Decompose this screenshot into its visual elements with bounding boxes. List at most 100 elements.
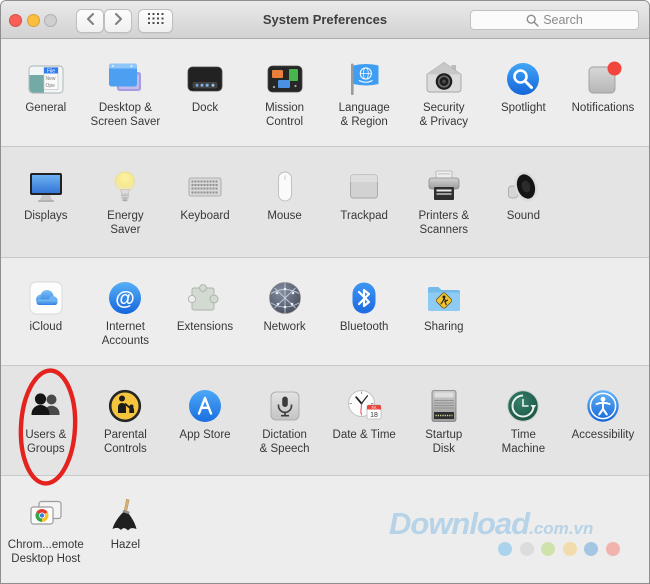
show-all-button[interactable]	[138, 9, 173, 33]
security-privacy-icon	[424, 59, 464, 99]
svg-text:18: 18	[370, 412, 378, 419]
pref-item-label: Notifications	[571, 102, 635, 114]
pref-item-dock[interactable]: Dock	[165, 59, 245, 116]
pref-item-network[interactable]: Network	[245, 278, 325, 335]
pref-item-time-machine[interactable]: Time Machine	[484, 386, 564, 456]
pref-item-accessibility[interactable]: Accessibility	[563, 386, 643, 443]
pref-item-label: Users & Groups	[25, 429, 67, 455]
pref-item-label: Time Machine	[501, 429, 546, 455]
pref-item-label: Parental Controls	[103, 429, 147, 455]
pref-item-app-store[interactable]: App Store	[165, 386, 245, 443]
pref-item-trackpad[interactable]: Trackpad	[324, 167, 404, 224]
pref-item-bluetooth[interactable]: Bluetooth	[324, 278, 404, 335]
pref-item-general[interactable]: File New Ope General	[6, 59, 86, 116]
pref-item-label: Sharing	[423, 321, 464, 333]
pref-item-dictation-speech[interactable]: Dictation & Speech	[245, 386, 325, 456]
forward-button[interactable]	[104, 9, 132, 33]
extensions-icon	[185, 278, 225, 318]
pref-item-label: Security & Privacy	[419, 102, 469, 128]
pref-item-users-groups[interactable]: Users & Groups	[6, 386, 86, 456]
general-icon: File New Ope	[26, 59, 66, 99]
pref-item-sharing[interactable]: Sharing	[404, 278, 484, 335]
pref-row-1: File New Ope General Desktop & Screen Saver Do…	[1, 39, 649, 146]
pref-item-language-region[interactable]: Language & Region	[324, 59, 404, 129]
pref-item-sound[interactable]: Sound	[484, 167, 564, 224]
back-button[interactable]	[76, 9, 104, 33]
sound-icon	[503, 167, 543, 207]
close-button[interactable]	[9, 14, 22, 27]
pref-row-3: iCloud @ Internet Accounts Extensions Network…	[1, 257, 649, 365]
users-groups-icon	[26, 386, 66, 426]
pref-item-spotlight[interactable]: Spotlight	[484, 59, 564, 116]
pref-item-icloud[interactable]: iCloud	[6, 278, 86, 335]
pref-item-label: App Store	[179, 429, 231, 441]
svg-text:File: File	[47, 68, 55, 74]
pref-item-hazel[interactable]: Hazel	[86, 496, 166, 553]
pref-item-label: Hazel	[110, 539, 141, 551]
pref-item-label: Bluetooth	[339, 321, 389, 333]
watermark-dot	[562, 542, 577, 556]
spotlight-icon	[503, 59, 543, 99]
watermark-dots	[498, 542, 620, 556]
title-bar: System Preferences Search	[1, 1, 649, 39]
energy-saver-icon	[105, 167, 145, 207]
search-input[interactable]: Search	[470, 10, 639, 30]
svg-text:JUL: JUL	[371, 406, 377, 410]
watermark-dot	[519, 542, 534, 556]
pref-item-label: General	[25, 102, 67, 114]
watermark-suffix: .com.vn	[529, 519, 594, 538]
pref-item-startup-disk[interactable]: Startup Disk	[404, 386, 484, 456]
desktop-screensaver-icon	[105, 59, 145, 99]
pref-item-label: Displays	[24, 210, 68, 222]
pref-item-energy-saver[interactable]: Energy Saver	[86, 167, 166, 237]
pref-item-desktop-screensaver[interactable]: Desktop & Screen Saver	[86, 59, 166, 129]
mouse-icon	[265, 167, 305, 207]
pref-item-label: Date & Time	[332, 429, 396, 441]
bluetooth-icon	[344, 278, 384, 318]
app-store-icon	[185, 386, 225, 426]
pref-item-security-privacy[interactable]: Security & Privacy	[404, 59, 484, 129]
pref-item-displays[interactable]: Displays	[6, 167, 86, 224]
icloud-icon	[26, 278, 66, 318]
pref-item-chrome-remote[interactable]: Chrom...emote Desktop Host	[6, 496, 86, 566]
pref-item-keyboard[interactable]: Keyboard	[165, 167, 245, 224]
printers-scanners-icon	[424, 167, 464, 207]
sharing-icon	[424, 278, 464, 318]
pref-item-label: Language & Region	[338, 102, 390, 128]
minimize-button[interactable]	[27, 14, 40, 27]
pref-item-date-time[interactable]: JUL 18 Date & Time	[324, 386, 404, 443]
pref-item-label: Sound	[506, 210, 540, 222]
mission-control-icon	[265, 59, 305, 99]
dictation-speech-icon	[265, 386, 305, 426]
pref-item-notifications[interactable]: Notifications	[563, 59, 643, 116]
internet-accounts-icon: @	[105, 278, 145, 318]
pref-item-label: Accessibility	[571, 429, 635, 441]
pref-row-2: Displays Energy Saver Keyboard Mouse Trackpad…	[1, 146, 649, 257]
accessibility-icon	[583, 386, 623, 426]
pref-item-mission-control[interactable]: Mission Control	[245, 59, 325, 129]
pref-item-internet-accounts[interactable]: @ Internet Accounts	[86, 278, 166, 348]
pref-item-label: Desktop & Screen Saver	[90, 102, 161, 128]
pref-item-label: Network	[263, 321, 306, 333]
svg-text:Ope: Ope	[45, 83, 55, 89]
date-time-icon: JUL 18	[344, 386, 384, 426]
pref-item-label: Dock	[191, 102, 219, 114]
watermark-dot	[541, 542, 555, 556]
pref-item-parental-controls[interactable]: Parental Controls	[86, 386, 166, 456]
pref-item-mouse[interactable]: Mouse	[245, 167, 325, 224]
startup-disk-icon	[424, 386, 464, 426]
pref-item-extensions[interactable]: Extensions	[165, 278, 245, 335]
network-icon	[265, 278, 305, 318]
pref-item-printers-scanners[interactable]: Printers & Scanners	[404, 167, 484, 237]
pref-item-label: Internet Accounts	[101, 321, 150, 347]
pref-row-4: Users & Groups Parental Controls App Store Di…	[1, 365, 649, 475]
language-region-icon	[344, 59, 384, 99]
pref-item-label: Mouse	[267, 210, 302, 222]
svg-text:New: New	[45, 76, 55, 82]
pref-item-label: Extensions	[176, 321, 234, 333]
zoom-button[interactable]	[44, 14, 57, 27]
dock-icon	[185, 59, 225, 99]
parental-controls-icon	[105, 386, 145, 426]
pref-item-label: Energy Saver	[107, 210, 144, 236]
displays-icon	[26, 167, 66, 207]
